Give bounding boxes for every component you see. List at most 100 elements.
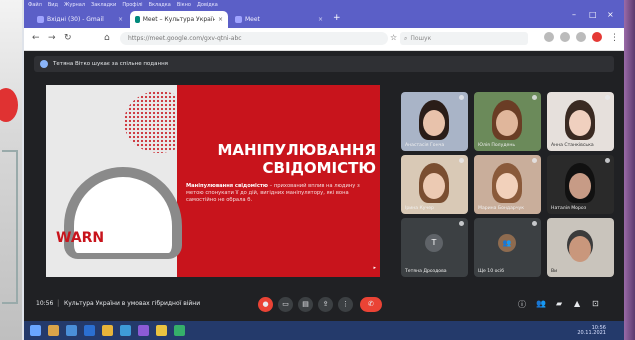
photo-background-left <box>0 0 22 340</box>
activities-icon[interactable]: ▲ <box>574 299 580 308</box>
presentation-slide: WARN МАНІПУЛЮВАННЯ СВІДОМІСТЮ Маніпулюва… <box>46 85 380 277</box>
participant-name: Юлія Полудень <box>478 143 516 148</box>
menu-item[interactable]: Вид <box>48 2 58 10</box>
menu-item[interactable]: Вкладка <box>149 2 171 10</box>
mic-off-button[interactable]: ● <box>258 297 273 312</box>
participant-avatar: Т <box>425 234 443 252</box>
participant-tile[interactable]: Анастасія Гонча <box>401 92 468 151</box>
forward-icon[interactable]: → <box>48 33 56 43</box>
participant-name: Наталія Мороз <box>551 206 587 211</box>
app-icon[interactable] <box>66 325 77 336</box>
tab-title: Вхідні (30) - Gmail <box>47 16 104 23</box>
close-window-icon[interactable]: × <box>607 10 614 19</box>
minimize-icon[interactable]: – <box>572 10 576 19</box>
reload-icon[interactable]: ↻ <box>64 33 72 43</box>
gmail-icon <box>37 16 44 23</box>
participant-tile[interactable]: Анна Станківська <box>547 92 614 151</box>
slide-title-line2: СВІДОМІСТЮ <box>262 159 377 177</box>
edge-icon[interactable] <box>84 325 95 336</box>
notification-text: Тетяна Вітко шукає за спільне подання <box>53 61 168 67</box>
menu-item[interactable]: Довідка <box>197 2 218 10</box>
start-icon[interactable] <box>30 325 41 336</box>
close-icon[interactable]: × <box>118 16 123 23</box>
window-frame <box>2 150 18 304</box>
participant-face <box>423 110 445 136</box>
participant-name: Ви <box>551 269 558 274</box>
participant-name: Ірина Кучер <box>405 206 434 211</box>
photo-background-right <box>624 0 635 340</box>
slide-title-line1: МАНІПУЛЮВАННЯ <box>217 141 376 159</box>
mic-icon <box>532 95 537 100</box>
maximize-icon[interactable]: □ <box>589 10 597 19</box>
app-icon[interactable] <box>120 325 131 336</box>
tab-meet-active[interactable]: Meet – Культура України у умовах × <box>130 11 228 28</box>
people-icon[interactable]: 👥 <box>536 299 546 308</box>
tab-gmail[interactable]: Вхідні (30) - Gmail × <box>32 11 128 28</box>
meet-control-bar: 10:56 | Культура України в умовах гібрид… <box>24 293 624 317</box>
app-icon[interactable] <box>174 325 185 336</box>
participant-tile[interactable]: Т Тетяна Дроздова <box>401 218 468 277</box>
menu-item[interactable]: Вікно <box>177 2 191 10</box>
participant-tile[interactable]: Ви <box>547 218 614 277</box>
participant-name: Анна Станківська <box>551 143 594 148</box>
info-icon[interactable]: ⓘ <box>518 299 526 310</box>
close-icon[interactable]: × <box>218 16 223 23</box>
search-placeholder: Пошук <box>410 35 432 42</box>
windows-taskbar: 10:56 20.11.2021 <box>24 321 624 340</box>
new-tab-button[interactable]: + <box>333 13 341 23</box>
participant-face <box>496 173 518 199</box>
menu-item[interactable]: Профілі <box>122 2 142 10</box>
menu-item[interactable]: Журнал <box>64 2 85 10</box>
participant-tile[interactable]: Марина Бондарчук <box>474 155 541 214</box>
participant-tile[interactable]: Наталія Мороз <box>547 155 614 214</box>
mic-icon <box>605 95 610 100</box>
close-icon[interactable]: × <box>318 16 323 23</box>
explorer-icon[interactable] <box>48 325 59 336</box>
app-icon[interactable] <box>138 325 149 336</box>
captions-button[interactable]: ▤ <box>298 297 313 312</box>
slide-body: Маніпулювання свідомістю – прихований вп… <box>186 183 374 204</box>
bookmark-star-icon[interactable]: ☆ <box>390 33 397 42</box>
participant-name: Марина Бондарчук <box>478 206 525 211</box>
slide-red-panel <box>177 85 380 277</box>
participant-tile[interactable]: 👥 Ще 10 осіб <box>474 218 541 277</box>
profile-avatar[interactable] <box>592 32 602 42</box>
participant-tile[interactable]: Ірина Кучер <box>401 155 468 214</box>
chat-icon[interactable]: ▰ <box>556 299 562 308</box>
menu-item[interactable]: Файл <box>28 2 42 10</box>
monitor-screen: Файл Вид Журнал Закладки Профілі Вкладка… <box>24 0 624 340</box>
tab-title: Meet – Культура України у умовах <box>142 16 215 23</box>
back-icon[interactable]: ← <box>32 33 40 43</box>
tab-meet[interactable]: Meet × <box>230 11 328 28</box>
home-icon[interactable]: ⌂ <box>104 33 110 43</box>
present-button[interactable]: ⇪ <box>318 297 333 312</box>
mic-icon <box>532 158 537 163</box>
extension-icon[interactable] <box>544 32 554 42</box>
warn-logo: WARN <box>56 230 105 246</box>
meet-icon <box>235 16 242 23</box>
app-icon[interactable] <box>102 325 113 336</box>
participant-face <box>569 173 591 199</box>
search-input[interactable]: ⌕ Пошук <box>400 32 528 45</box>
browser-menu: Файл Вид Журнал Закладки Профілі Вкладка… <box>28 2 218 10</box>
url-field[interactable]: https://meet.google.com/gxv-qtni-abc <box>120 32 388 45</box>
slide-title: МАНІПУЛЮВАННЯ СВІДОМІСТЮ <box>196 141 376 177</box>
end-call-button[interactable]: ✆ <box>360 297 382 312</box>
menu-item[interactable]: Закладки <box>91 2 116 10</box>
menu-dots-icon[interactable]: ⋮ <box>610 33 619 43</box>
participant-face <box>496 110 518 136</box>
participant-face <box>423 173 445 199</box>
participant-tile[interactable]: Юлія Полудень <box>474 92 541 151</box>
browser-tabbar: Файл Вид Журнал Закладки Профілі Вкладка… <box>24 0 624 28</box>
participant-name: Анастасія Гонча <box>405 143 445 148</box>
participant-name: Ще 10 осіб <box>478 269 505 274</box>
participant-face <box>569 236 591 262</box>
system-tray-clock[interactable]: 10:56 20.11.2021 <box>577 326 606 336</box>
extension-icon[interactable] <box>576 32 586 42</box>
more-options-button[interactable]: ⋮ <box>338 297 353 312</box>
chrome-icon[interactable] <box>156 325 167 336</box>
extension-icon[interactable] <box>560 32 570 42</box>
camera-button[interactable]: ▭ <box>278 297 293 312</box>
lock-icon[interactable]: ⊡ <box>592 299 599 308</box>
address-bar-row: ← → ↻ ⌂ https://meet.google.com/gxv-qtni… <box>24 28 624 51</box>
